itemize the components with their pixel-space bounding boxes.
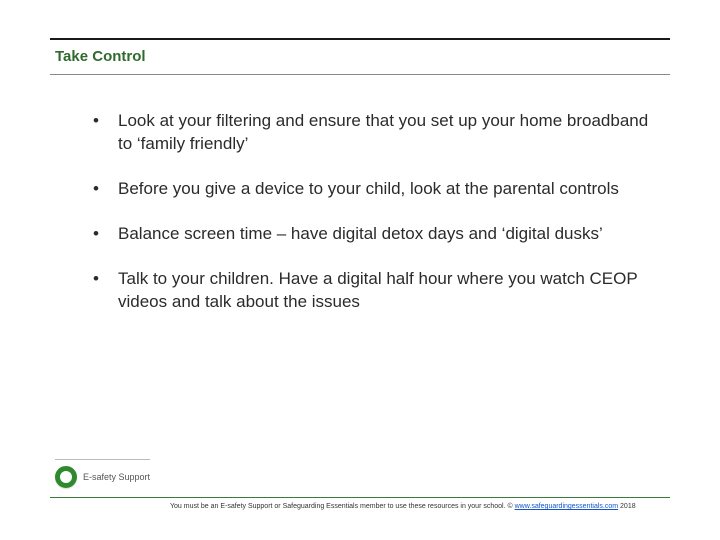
footer-note: You must be an E-safety Support or Safeg… [170,503,700,510]
bullet-item: Talk to your children. Have a digital ha… [88,268,660,314]
top-rule [50,38,670,40]
bullet-list: Look at your filtering and ensure that y… [88,110,660,336]
logo-top-rule [55,459,150,460]
bullet-item: Before you give a device to your child, … [88,178,660,201]
footer-rule [50,497,670,498]
logo-ring-icon [55,466,77,488]
bullet-item: Look at your filtering and ensure that y… [88,110,660,156]
logo-text: E-safety Support [83,472,150,482]
title-underline [50,74,670,75]
esafety-logo: E-safety Support [55,466,150,488]
footer-link[interactable]: www.safeguardingessentials.com [515,503,619,510]
bullet-item: Balance screen time – have digital detox… [88,223,660,246]
footer-suffix: 2018 [618,503,636,510]
slide-title: Take Control [55,48,146,65]
footer-prefix: You must be an E-safety Support or Safeg… [170,503,515,510]
